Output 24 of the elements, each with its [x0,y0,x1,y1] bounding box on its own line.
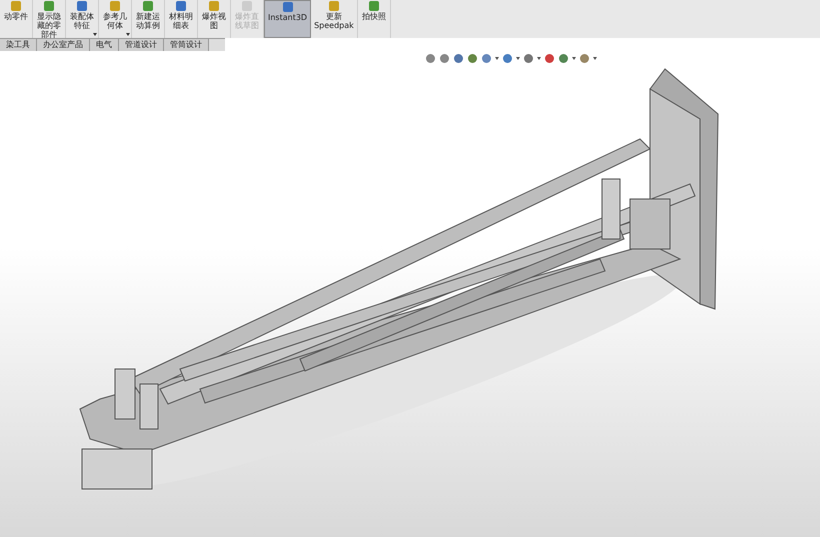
tool-icon [207,0,221,12]
tool-icon [240,0,254,12]
tool-icon [174,0,188,12]
tab[interactable]: 管筒设计 [164,39,209,51]
tool-icon [326,0,341,12]
tab[interactable]: 管道设计 [119,39,164,51]
caret-icon[interactable] [537,57,541,60]
tool-icon [280,1,295,13]
caret-icon[interactable] [516,57,520,60]
toolbar-button[interactable]: 更新 Speedpak [311,0,358,38]
tab[interactable]: 电气 [90,39,119,51]
tool-icon [108,0,122,12]
caret-icon[interactable] [572,57,576,60]
tool-icon [366,0,381,12]
toolbar-button[interactable]: Instant3D [264,0,312,38]
tab[interactable]: 办公室产品 [37,39,90,51]
tool-icon [9,0,23,12]
toolbar-button[interactable]: 拍快照 [358,0,391,38]
tool-icon [75,0,89,12]
caret-icon[interactable] [593,57,597,60]
tool-icon [141,0,155,12]
tool-icon [42,0,56,12]
tab[interactable]: 染工具 [0,39,37,51]
caret-icon[interactable] [495,57,499,60]
